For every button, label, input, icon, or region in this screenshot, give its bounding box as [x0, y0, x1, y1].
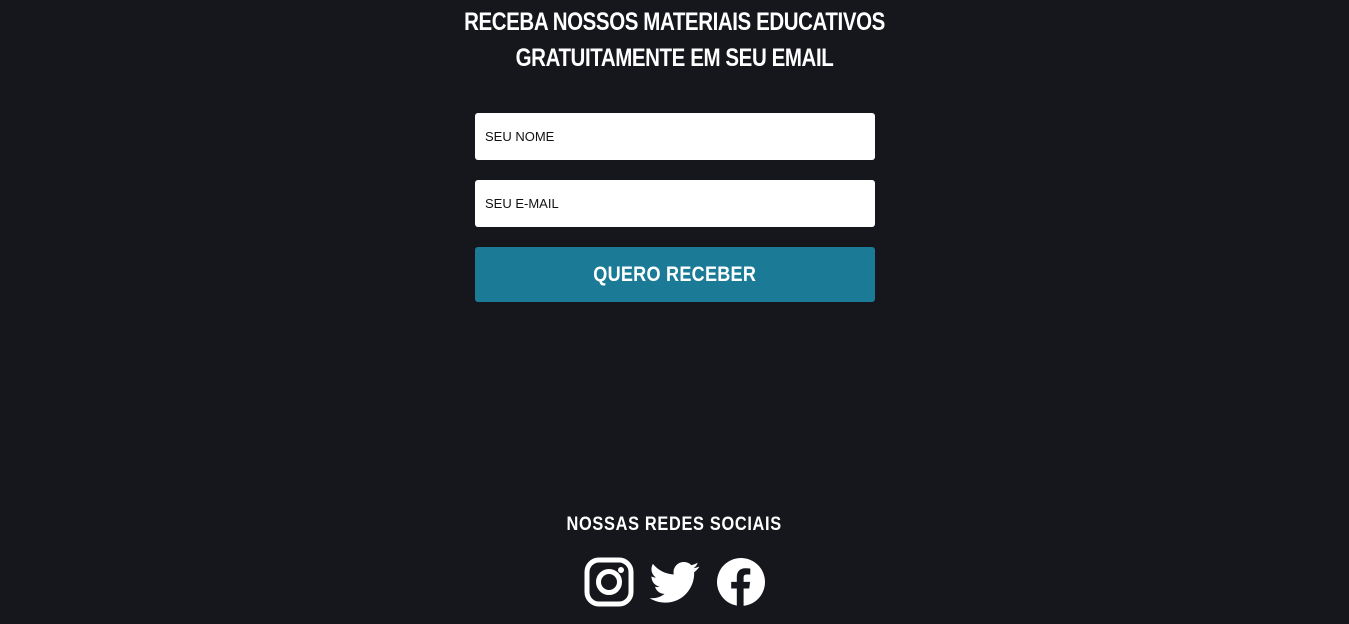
social-title: NOSSAS REDES SOCIAIS — [0, 514, 1349, 536]
headline-line-2: GRATUITAMENTE EM SEU EMAIL — [515, 44, 834, 72]
newsletter-headline: RECEBA NOSSOS MATERIAIS EDUCATIVOS GRATU… — [121, 4, 1227, 76]
email-input[interactable] — [475, 180, 875, 227]
social-title-label: NOSSAS REDES SOCIAIS — [566, 514, 783, 535]
submit-button[interactable]: QUERO RECEBER — [475, 247, 875, 302]
social-links — [0, 556, 1349, 608]
name-input[interactable] — [475, 113, 875, 160]
instagram-link[interactable] — [584, 557, 634, 607]
facebook-icon — [716, 558, 765, 606]
submit-button-label: QUERO RECEBER — [593, 262, 757, 286]
headline-line-1: RECEBA NOSSOS MATERIAIS EDUCATIVOS — [464, 8, 885, 36]
instagram-icon — [584, 557, 633, 607]
twitter-icon — [649, 562, 699, 603]
facebook-link[interactable] — [716, 557, 766, 607]
twitter-link[interactable] — [649, 557, 700, 607]
